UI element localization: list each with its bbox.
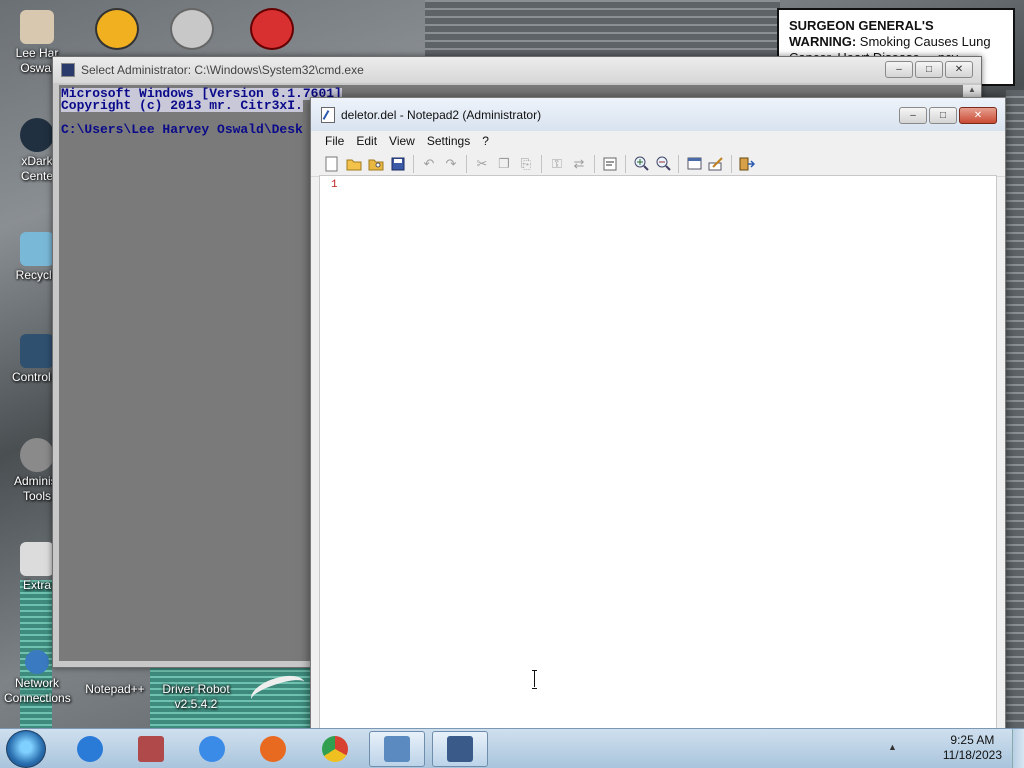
scroll-up-arrow-icon[interactable]: ▲ [963,85,981,94]
clock-date: 11/18/2023 [942,748,1002,762]
minimize-button[interactable]: – [899,107,927,124]
firefox-icon [260,736,286,762]
menu-settings[interactable]: Settings [421,132,476,150]
cut-icon[interactable]: ✂ [471,153,493,175]
cmd-title: Select Administrator: C:\Windows\System3… [81,63,364,77]
toolbar-separator [731,154,732,173]
notepad2-window-controls: – □ ✕ [899,107,997,124]
show-desktop-button[interactable] [1012,729,1024,768]
taskbar-internet-explorer[interactable] [62,731,118,767]
show-hidden-icons-icon[interactable]: ▲ [888,742,897,752]
notepad2-title: deletor.del - Notepad2 (Administrator) [341,107,542,122]
cmd-icon [447,736,473,762]
find-icon[interactable]: ⚿ [546,153,568,175]
exit-icon[interactable] [736,153,758,175]
menu-bar: File Edit View Settings ? [311,131,1005,151]
toolbar-separator [541,154,542,173]
menu-view[interactable]: View [383,132,421,150]
save-icon[interactable] [387,153,409,175]
internet-explorer-icon [77,736,103,762]
cmd-icon [61,63,75,77]
zoom-in-icon[interactable] [630,153,652,175]
cmd-titlebar[interactable]: Select Administrator: C:\Windows\System3… [53,57,981,83]
word-wrap-icon[interactable] [599,153,621,175]
line-number: 1 [331,179,338,191]
toolbar-separator [625,154,626,173]
browse-folder-icon[interactable] [365,153,387,175]
network-globe-icon [25,650,49,674]
taskbar-itunes[interactable] [184,731,240,767]
scheme-icon[interactable] [683,153,705,175]
menu-edit[interactable]: Edit [350,132,383,150]
admin-tools-icon [20,438,54,472]
line-number-gutter: 1 [320,176,342,735]
minimize-button[interactable]: – [885,61,913,78]
desktop-icon-driver-robot[interactable]: Driver Robot v2.5.4.2 [158,664,234,712]
cmd-window-controls: – □ ✕ [885,61,973,78]
redo-icon[interactable]: ↷ [440,153,462,175]
menu-help[interactable]: ? [476,132,495,150]
chrome-icon [322,736,348,762]
extra-icon [20,542,54,576]
taskbar-cmd[interactable] [432,731,488,767]
archive-icon [138,736,164,762]
close-button[interactable]: ✕ [945,61,973,78]
user-folder-icon [20,10,54,44]
notepad2-window[interactable]: deletor.del - Notepad2 (Administrator) –… [310,97,1006,737]
taskbar-archive[interactable] [123,731,179,767]
customize-icon[interactable] [705,153,727,175]
maximize-button[interactable]: □ [915,61,943,78]
start-button[interactable] [6,730,46,768]
toolbar-separator [413,154,414,173]
xdark-icon [20,118,54,152]
desktop-shortcut-icon[interactable] [250,8,294,50]
desktop-icon-label: Driver Robot v2.5.4.2 [162,682,230,711]
taskbar: ▲ 9:25 AM 11/18/2023 [0,728,1024,768]
desktop-icon-label: Network Connections [4,676,71,705]
toolbar-separator [678,154,679,173]
background-building [590,0,780,56]
text-editor[interactable]: 1 [319,175,997,736]
paste-icon[interactable]: ⎘ [515,153,537,175]
desktop-shortcut-icon[interactable] [95,8,139,50]
copy-icon[interactable]: ❐ [493,153,515,175]
background-building [425,0,595,56]
open-folder-icon[interactable] [343,153,365,175]
taskbar-chrome[interactable] [307,731,363,767]
menu-file[interactable]: File [319,132,350,150]
toolbar: ↶ ↷ ✂ ❐ ⎘ ⚿ ⇄ [311,151,1005,177]
close-button[interactable]: ✕ [959,107,997,124]
desktop-shortcut-icon[interactable] [170,8,214,50]
new-file-icon[interactable] [321,153,343,175]
desktop-icon-notepadpp[interactable]: Notepad++ [82,664,148,697]
itunes-icon [199,736,225,762]
control-panel-icon [20,334,54,368]
ibeam-cursor-icon [532,670,538,689]
background-building [1006,90,1024,728]
clock[interactable]: 9:25 AM 11/18/2023 [943,733,1002,763]
replace-icon[interactable]: ⇄ [568,153,590,175]
toolbar-separator [594,154,595,173]
maximize-button[interactable]: □ [929,107,957,124]
recycle-bin-icon [20,232,54,266]
notepad2-icon [384,736,410,762]
desktop-icon-label: Notepad++ [85,682,145,696]
taskbar-notepad2[interactable] [369,731,425,767]
clock-time: 9:25 AM [950,733,995,747]
zoom-out-icon[interactable] [652,153,674,175]
taskbar-firefox[interactable] [245,731,301,767]
toolbar-separator [466,154,467,173]
undo-icon[interactable]: ↶ [418,153,440,175]
notepad2-icon [321,106,335,123]
